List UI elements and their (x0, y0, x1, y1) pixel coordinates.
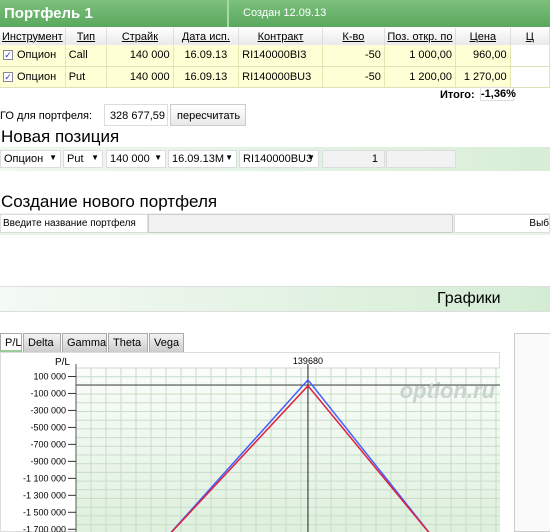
strike-select[interactable]: 140 000 ▼ (106, 150, 166, 168)
open-price-cell[interactable]: 1 000,00 (384, 45, 457, 67)
open-price-cell[interactable]: 1 200,00 (384, 66, 457, 88)
y-tick-label: -900 000 (30, 456, 66, 466)
instrument-select[interactable]: Опцион ▼ (0, 150, 61, 168)
y-tick-label: -1 700 000 (23, 524, 66, 532)
price-cell: 1 270,00 (455, 66, 511, 88)
contract-cell: RI140000BI3 (238, 45, 323, 67)
tab-pl[interactable]: P/L (0, 333, 22, 352)
instrument-cell: ✓ Опцион (0, 45, 66, 67)
y-tick-label: -700 000 (30, 439, 66, 449)
tab-gamma[interactable]: Gamma (62, 333, 107, 352)
table-row: ✓ Опцион Call 140 000 16.09.13 RI140000BI… (0, 45, 550, 67)
y-tick-label: -300 000 (30, 405, 66, 415)
column-header[interactable]: Дата исп. (173, 28, 240, 45)
recalculate-button[interactable]: пересчитать (170, 104, 246, 126)
chevron-down-icon: ▼ (154, 153, 162, 162)
table-row: ✓ Опцион Put 140 000 16.09.13 RI140000BU3… (0, 66, 550, 88)
charts-title: Графики (437, 290, 501, 307)
pl-chart: P/L 100 000 -100 000 -300 000 -500 000 -700 0… (23, 356, 500, 532)
y-axis-label: P/L (55, 357, 70, 368)
type-value: Put (67, 153, 84, 165)
qty-cell[interactable]: -50 (322, 45, 385, 67)
qty-input[interactable]: 1 (322, 150, 385, 168)
y-tick-label: -1 500 000 (23, 507, 66, 517)
strike-cell: 140 000 (106, 45, 174, 67)
price-marker-label: 139680 (293, 356, 323, 366)
column-header[interactable]: Страйк (106, 28, 174, 45)
instrument: Опцион (17, 49, 57, 62)
portfolio-name-label: Введите название портфеля (0, 214, 148, 233)
y-tick-label: -1 300 000 (23, 490, 66, 500)
date-cell: 16.09.13 (173, 45, 240, 67)
contract-select[interactable]: RI140000BU3 ▼ (239, 150, 319, 168)
column-header[interactable]: Тип (65, 28, 108, 45)
type-select[interactable]: Put ▼ (63, 150, 103, 168)
chevron-down-icon: ▼ (307, 153, 315, 162)
y-tick-label: -100 000 (30, 388, 66, 398)
column-header[interactable]: Цена (455, 28, 511, 45)
type-cell: Put (65, 66, 108, 88)
y-tick-label: 100 000 (33, 371, 66, 381)
go-label: ГО для портфеля: (0, 110, 93, 122)
created-date: Создан 12.09.13 (243, 7, 327, 19)
side-panel (514, 333, 550, 532)
chevron-down-icon: ▼ (49, 153, 57, 162)
total-value: -1,36% (480, 87, 516, 101)
watermark: option.ru (400, 378, 496, 403)
column-header[interactable]: К-во (322, 28, 385, 45)
tab-vega[interactable]: Vega (149, 333, 184, 352)
extra-input[interactable] (386, 150, 456, 168)
y-tick-label: -1 100 000 (23, 473, 66, 483)
new-portfolio-title: Создание нового портфеля (1, 192, 218, 211)
y-tick-label: -500 000 (30, 422, 66, 432)
qty-cell[interactable]: -50 (322, 66, 385, 88)
instrument: Опцион (17, 70, 57, 83)
contract-value: RI140000BU3 (243, 153, 313, 165)
type-cell: Call (65, 45, 108, 67)
column-header[interactable]: Ц (510, 28, 550, 45)
instrument-value: Опцион (4, 153, 44, 165)
column-header[interactable]: Контракт (238, 28, 323, 45)
total-label: Итого: (440, 89, 475, 101)
chevron-down-icon: ▼ (91, 153, 99, 162)
go-value: 328 677,59 (104, 104, 168, 126)
date-cell: 16.09.13 (173, 66, 240, 88)
portfolio-name-input[interactable] (148, 214, 453, 233)
row-checkbox[interactable]: ✓ (3, 71, 13, 82)
contract-cell: RI140000BU3 (238, 66, 323, 88)
date-select[interactable]: 16.09.13M ▼ (168, 150, 237, 168)
new-position-title: Новая позиция (1, 127, 120, 146)
tab-theta[interactable]: Theta (108, 333, 148, 352)
date-value: 16.09.13M (172, 153, 224, 165)
instrument-cell: ✓ Опцион (0, 66, 66, 88)
price-cell: 960,00 (455, 45, 511, 67)
portfolio-header: Портфель 1 Создан 12.09.13 (0, 0, 550, 27)
strike-value: 140 000 (110, 153, 150, 165)
extra-cell (510, 66, 550, 88)
column-header[interactable]: Поз. откр. по (384, 28, 457, 45)
select-button[interactable]: Выб (454, 214, 550, 233)
portfolio-title: Портфель 1 (4, 5, 93, 22)
row-checkbox[interactable]: ✓ (3, 50, 13, 61)
positions-table: Инструмент Тип Страйк Дата исп. Контракт К-во… (0, 28, 550, 88)
chevron-down-icon: ▼ (225, 153, 233, 162)
column-header[interactable]: Инструмент (0, 28, 66, 45)
charts-header: Графики (0, 286, 550, 312)
divider (227, 0, 229, 27)
tab-delta[interactable]: Delta (23, 333, 61, 352)
extra-cell (510, 45, 550, 67)
strike-cell: 140 000 (106, 66, 174, 88)
